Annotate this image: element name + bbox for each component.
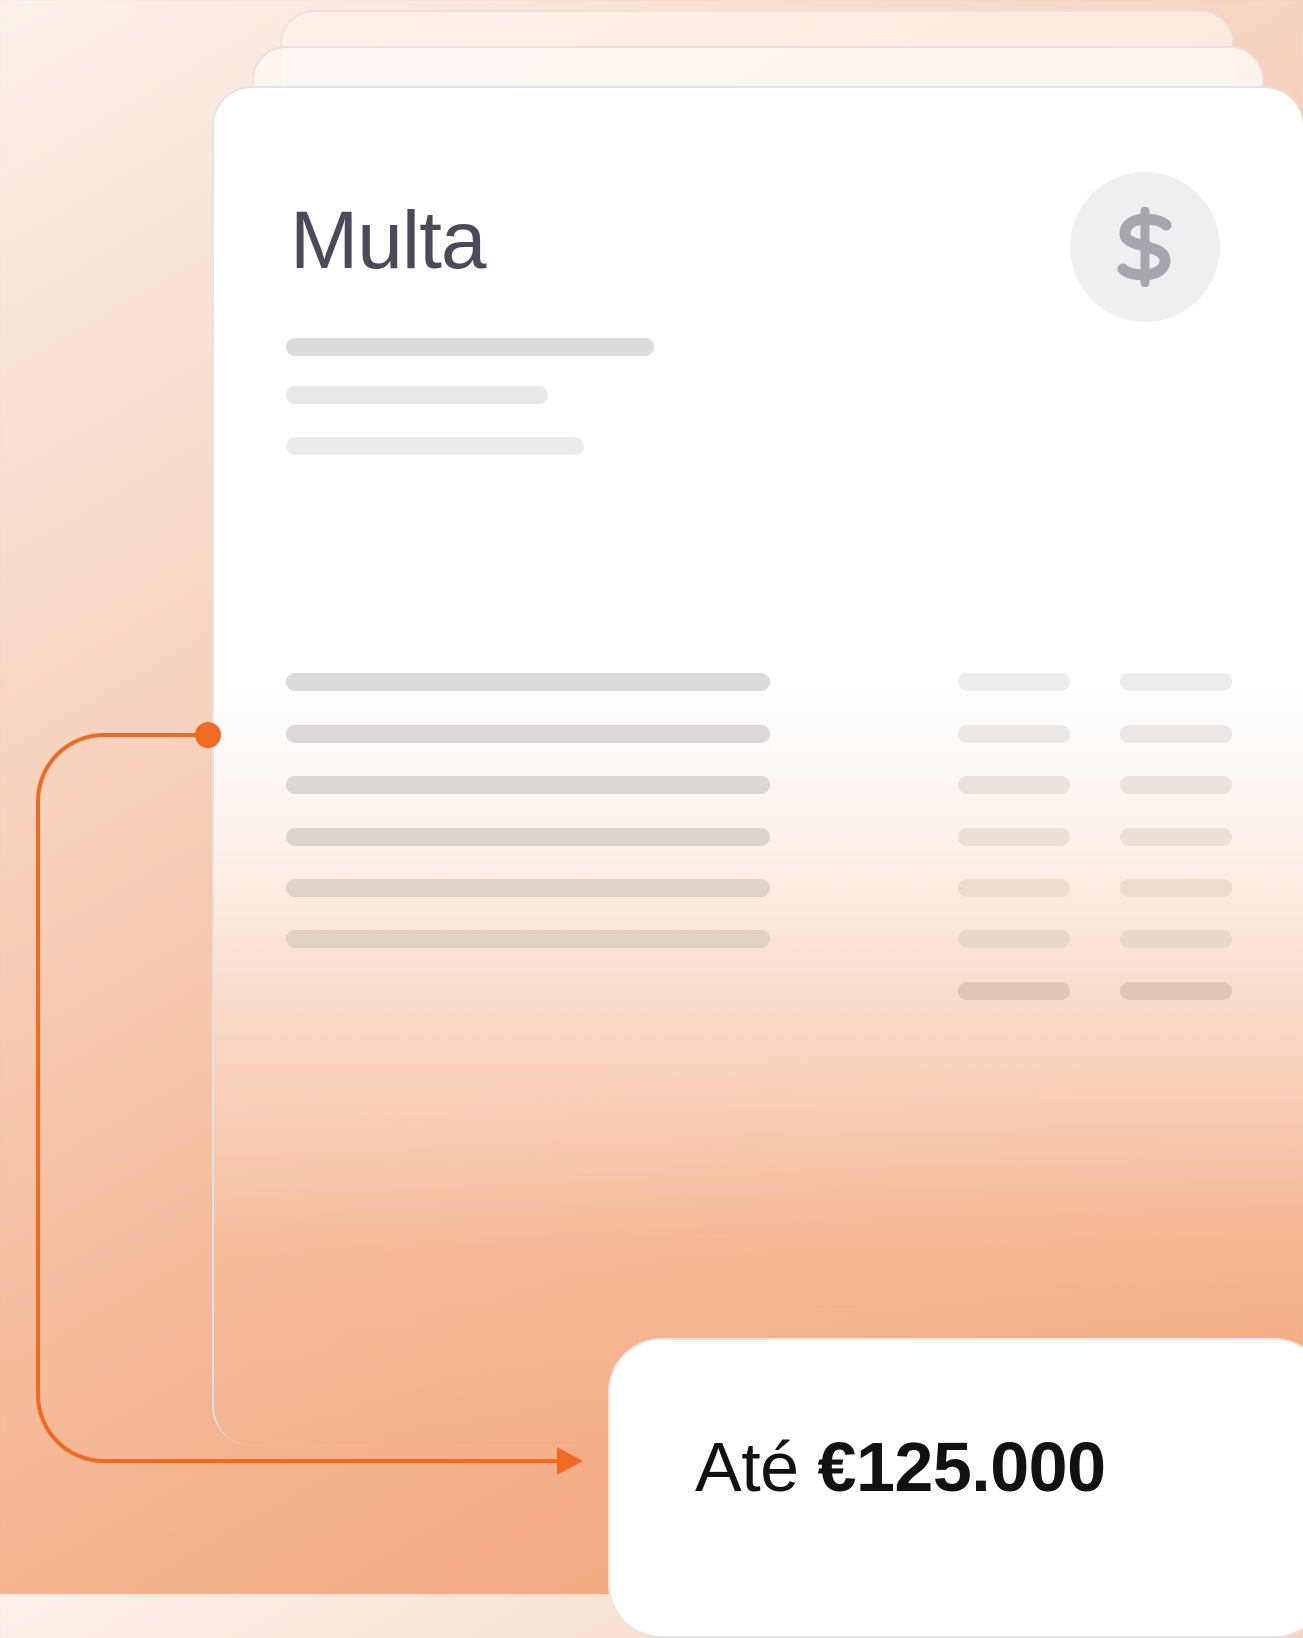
- fine-amount: Até €125.000: [695, 1432, 1106, 1502]
- connector-arrowhead: [557, 1447, 583, 1475]
- connector-start-dot: [195, 722, 221, 748]
- fine-value: €125.000: [817, 1428, 1106, 1506]
- fine-prefix: Até: [695, 1428, 799, 1506]
